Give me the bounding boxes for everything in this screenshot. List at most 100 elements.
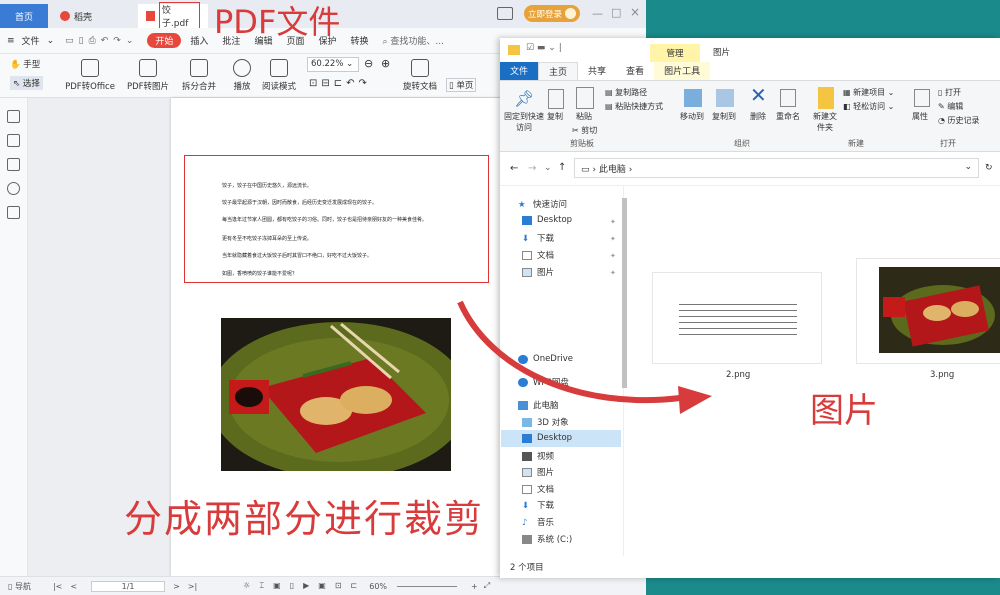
quick-tools-icon[interactable]: ▭▯⎙↶↷⌄ [58, 36, 145, 46]
zoom-out-icon[interactable]: ⊖ [364, 57, 373, 70]
callout-crop: 分成两部分进行裁剪 [124, 497, 485, 541]
search-box[interactable]: ⌕ 查找功能、... [376, 34, 452, 47]
signature-icon[interactable] [7, 206, 20, 219]
tab-app[interactable]: 稻壳 [52, 4, 134, 28]
nav-pictures-pinned[interactable]: 图片 [522, 266, 554, 278]
thumbnail-icon[interactable] [7, 134, 20, 147]
minimize-icon[interactable]: — [592, 7, 603, 20]
nav-desktop-pinned[interactable]: Desktop [522, 215, 572, 225]
doc-line: 饺子，饺子在中国历史悠久，源远流长。 [222, 183, 313, 189]
file-item[interactable] [856, 258, 1000, 364]
menu-insert[interactable]: 插入 [183, 34, 215, 47]
tab-home[interactable]: 首页 [0, 4, 48, 28]
recent-icon[interactable]: ⌄ [544, 163, 552, 173]
rotate-button[interactable]: 旋转文档 [402, 54, 438, 98]
tab-share[interactable]: 共享 [578, 62, 616, 80]
copy-to-button[interactable]: 复制到 [712, 111, 736, 122]
split-merge-button[interactable]: 拆分合并 [176, 54, 222, 98]
chevron-down-icon[interactable]: ⌄ [47, 36, 59, 46]
cut-label: 剪切 [581, 126, 598, 135]
window-layout-icon[interactable] [497, 7, 513, 20]
pin-icon: ✦ [610, 235, 616, 243]
nav-pictures[interactable]: 图片 [522, 466, 554, 478]
nav-system-drive[interactable]: 系统 (C:) [522, 533, 572, 545]
bookmark-icon[interactable] [7, 110, 20, 123]
nav-documents[interactable]: 文档 [522, 483, 554, 495]
pin-button[interactable]: 固定到快速访问 [504, 111, 544, 133]
nav-label: 下载 [537, 501, 555, 511]
menu-convert[interactable]: 转换 [343, 34, 375, 47]
tab-home[interactable]: 主页 [538, 62, 579, 80]
properties-button[interactable]: 属性 [912, 111, 928, 122]
maximize-icon[interactable]: □ [611, 6, 621, 19]
easy-access-icon: ◧ [843, 102, 851, 111]
nav-desktop[interactable]: Desktop [522, 433, 572, 443]
copy-button[interactable]: 复制 [547, 111, 563, 122]
nav-documents-pinned[interactable]: 文档 [522, 249, 554, 261]
hand-tool[interactable]: ✋ 手型 [10, 58, 40, 70]
nav-label: Desktop [537, 433, 573, 443]
tab-app-label: 稻壳 [74, 12, 93, 23]
quick-access-toolbar[interactable]: ☑ ▬ ⌄ | [526, 43, 562, 53]
prev-page-icon[interactable]: < [62, 582, 77, 591]
nav-downloads-pinned[interactable]: ⬇ 下载 [522, 232, 554, 245]
zoom-plus-icon[interactable]: + [457, 582, 478, 591]
single-page-button[interactable]: ▯ 单页 [446, 78, 477, 92]
history-label: 历史记录 [947, 116, 980, 125]
nav-quick-access[interactable]: ★ 快速访问 [518, 198, 567, 211]
rename-button[interactable]: 重命名 [776, 111, 800, 122]
paste-shortcut-button[interactable]: ▤ 粘贴快捷方式 [605, 101, 663, 112]
arrow-graphic [457, 300, 712, 414]
new-item-button[interactable]: ▦ 新建项目 ⌄ [843, 87, 894, 98]
next-page-icon[interactable]: > [165, 582, 180, 591]
copy-to-icon [716, 89, 734, 107]
easy-access-button[interactable]: ◧ 轻松访问 ⌄ [843, 101, 894, 112]
delete-button[interactable]: 删除 [750, 111, 766, 122]
attachment-icon[interactable] [7, 182, 20, 195]
close-icon[interactable]: × [630, 5, 640, 19]
new-folder-button[interactable]: 新建文件夹 [812, 111, 838, 133]
back-icon[interactable]: ← [510, 163, 518, 174]
tab-picture-tools[interactable]: 图片工具 [654, 62, 711, 80]
select-tool[interactable]: ⇖ 选择 [10, 76, 43, 90]
move-to-button[interactable]: 移动到 [680, 111, 704, 122]
tab-file[interactable]: 饺子.pdf [138, 2, 208, 30]
menu-start[interactable]: 开始 [147, 33, 182, 48]
nav-label: 系统 (C:) [537, 535, 573, 545]
read-mode-button[interactable]: 阅读模式 [259, 54, 299, 98]
page-input[interactable]: 1/1 [91, 580, 166, 592]
forward-icon[interactable]: → [528, 163, 536, 174]
view-mode-icons[interactable]: ☼⌶▣▯▶▣⊡⊏ [197, 581, 366, 591]
play-button[interactable]: 播放 [229, 54, 255, 98]
comment-icon[interactable] [7, 158, 20, 171]
paste-button[interactable]: 粘贴 [576, 111, 592, 122]
history-button[interactable]: ◔ 历史记录 [938, 115, 980, 126]
nav-downloads[interactable]: ⬇ 下载 [522, 499, 555, 512]
zoom-select[interactable]: 60.22% ⌄ [307, 57, 359, 72]
nav-music[interactable]: ♪ 音乐 [522, 516, 554, 529]
copy-path-button[interactable]: ▤ 复制路径 [605, 87, 647, 98]
tab-view[interactable]: 查看 [616, 62, 654, 80]
login-button[interactable]: 立即登录 [524, 5, 580, 22]
zoom-slider[interactable] [397, 585, 458, 587]
open-button[interactable]: ▯ 打开 [938, 87, 961, 98]
docer-icon [60, 11, 70, 21]
cut-button[interactable]: ✂ 剪切 [572, 125, 597, 136]
address-bar[interactable]: ▭ › 此电脑 › ⌄ [574, 158, 979, 178]
view-tools-icon[interactable]: ⊡⊟⊏↶↷ [309, 78, 371, 89]
zoom-in-icon[interactable]: ⊕ [381, 57, 390, 70]
menu-file[interactable]: 文件 [22, 34, 47, 47]
nav-toggle[interactable]: ▯ 导航 [0, 581, 31, 592]
first-page-icon[interactable]: |< [31, 582, 62, 591]
nav-videos[interactable]: 视频 [522, 450, 554, 462]
up-icon[interactable]: ↑ [558, 162, 566, 173]
to-image-button[interactable]: PDF转图片 [124, 54, 172, 98]
last-page-icon[interactable]: >| [180, 582, 197, 591]
tab-file[interactable]: 文件 [500, 62, 539, 80]
hamburger-icon[interactable]: ≡ [0, 36, 22, 46]
to-office-button[interactable]: PDF转Office [60, 54, 120, 98]
manage-tab[interactable]: 管理 [650, 44, 700, 62]
edit-button[interactable]: ✎ 编辑 [938, 101, 963, 112]
fullscreen-icon[interactable]: ⤢ [478, 581, 490, 591]
refresh-icon[interactable]: ↻ [985, 163, 993, 173]
